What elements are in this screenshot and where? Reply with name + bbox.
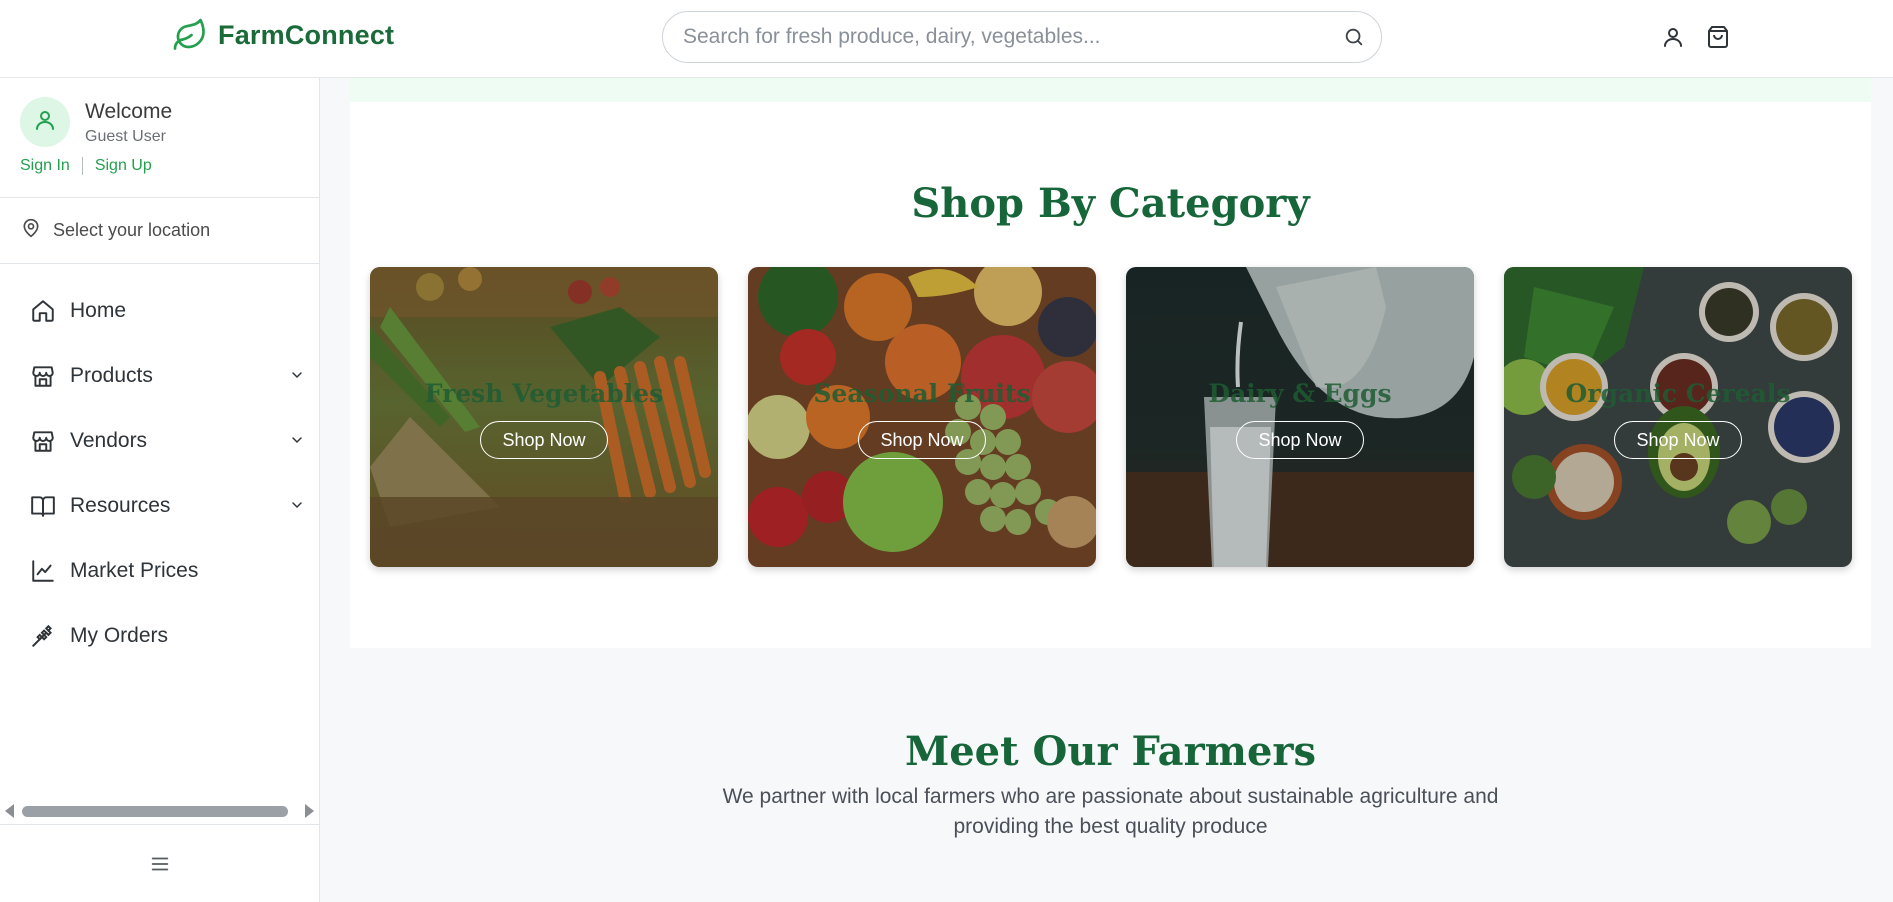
shop-now-button[interactable]: Shop Now [1236, 421, 1364, 459]
category-card-vegetables[interactable]: Fresh Vegetables Shop Now [370, 267, 718, 567]
sidebar-item-home[interactable]: Home [0, 278, 319, 343]
map-pin-icon [21, 218, 41, 243]
sidebar: Welcome Guest User Sign In Sign Up Selec… [0, 78, 320, 902]
sidebar-item-market-prices[interactable]: Market Prices [0, 538, 319, 603]
hero-bottom-strip [350, 78, 1871, 102]
category-card-organic-cereals[interactable]: Organic Cereals Shop Now [1504, 267, 1852, 567]
category-card-fruits[interactable]: Seasonal Fruits Shop Now [748, 267, 1096, 567]
sign-in-link[interactable]: Sign In [20, 157, 70, 175]
auth-links: Sign In Sign Up [20, 157, 152, 175]
menu-icon[interactable] [145, 849, 175, 879]
sidebar-item-my-orders[interactable]: My Orders [0, 603, 319, 668]
sidebar-footer [0, 824, 319, 902]
section-subtitle: We partner with local farmers who are pa… [722, 785, 1499, 838]
category-label: Organic Cereals [1565, 379, 1791, 408]
chevron-down-icon[interactable] [287, 430, 307, 450]
sign-up-link[interactable]: Sign Up [95, 157, 152, 175]
sidebar-item-vendors[interactable]: Vendors [0, 408, 319, 473]
image-overlay [1504, 267, 1852, 567]
logo[interactable]: FarmConnect [172, 17, 394, 53]
scroll-left-icon[interactable] [5, 804, 14, 818]
shopping-bag-icon[interactable] [1703, 22, 1733, 52]
sidebar-item-label: My Orders [70, 623, 169, 647]
section-title: Shop By Category [911, 180, 1310, 227]
avatar [20, 97, 70, 147]
image-overlay [1126, 267, 1474, 567]
shop-now-button[interactable]: Shop Now [858, 421, 986, 459]
main-content: Shop By Category Fresh Vegetables Shop N… [320, 78, 1893, 902]
shop-now-button[interactable]: Shop Now [480, 421, 608, 459]
category-card-dairy[interactable]: Dairy & Eggs Shop Now [1126, 267, 1474, 567]
image-overlay [370, 267, 718, 567]
sidebar-item-label: Resources [70, 493, 171, 517]
sidebar-nav: Home Products Vendors Resources Market P… [0, 278, 319, 668]
sidebar-horizontal-scrollbar[interactable] [0, 800, 319, 822]
store-icon [30, 363, 56, 389]
scrollbar-thumb[interactable] [22, 806, 288, 817]
chevron-down-icon[interactable] [287, 365, 307, 385]
sidebar-item-label: Market Prices [70, 558, 199, 582]
book-icon [30, 493, 56, 519]
divider [81, 157, 83, 175]
search-input[interactable] [683, 12, 1323, 62]
category-label: Seasonal Fruits [813, 379, 1031, 408]
chart-line-icon [30, 558, 56, 584]
category-grid: Fresh Vegetables Shop Now Seasonal Fruit… [370, 267, 1852, 567]
search-icon[interactable] [1341, 24, 1367, 50]
image-overlay [748, 267, 1096, 567]
farmers-section: Meet Our Farmers We partner with local f… [350, 648, 1871, 902]
category-section: Shop By Category Fresh Vegetables Shop N… [350, 102, 1871, 648]
store-icon [30, 428, 56, 454]
user-icon[interactable] [1658, 22, 1688, 52]
scroll-right-icon[interactable] [305, 804, 314, 818]
wheat-icon [30, 623, 56, 649]
section-title: Meet Our Farmers [904, 728, 1317, 775]
top-header: FarmConnect [0, 0, 1893, 78]
sidebar-item-label: Products [70, 363, 153, 387]
welcome-title: Welcome [85, 100, 173, 123]
sidebar-item-label: Vendors [70, 428, 148, 452]
welcome-subtitle: Guest User [85, 128, 166, 145]
chevron-down-icon[interactable] [287, 495, 307, 515]
location-label: Select your location [53, 220, 211, 240]
sidebar-item-resources[interactable]: Resources [0, 473, 319, 538]
home-icon [30, 298, 56, 324]
logo-text: FarmConnect [218, 19, 395, 50]
sidebar-item-label: Home [70, 298, 127, 322]
sidebar-item-products[interactable]: Products [0, 343, 319, 408]
leaf-icon [172, 17, 208, 53]
category-label: Dairy & Eggs [1208, 379, 1392, 408]
category-label: Fresh Vegetables [424, 379, 664, 408]
user-icon [33, 108, 57, 137]
shop-now-button[interactable]: Shop Now [1614, 421, 1742, 459]
welcome-panel: Welcome Guest User Sign In Sign Up [0, 78, 319, 198]
location-selector[interactable]: Select your location [0, 198, 319, 264]
search-bar [662, 11, 1382, 63]
